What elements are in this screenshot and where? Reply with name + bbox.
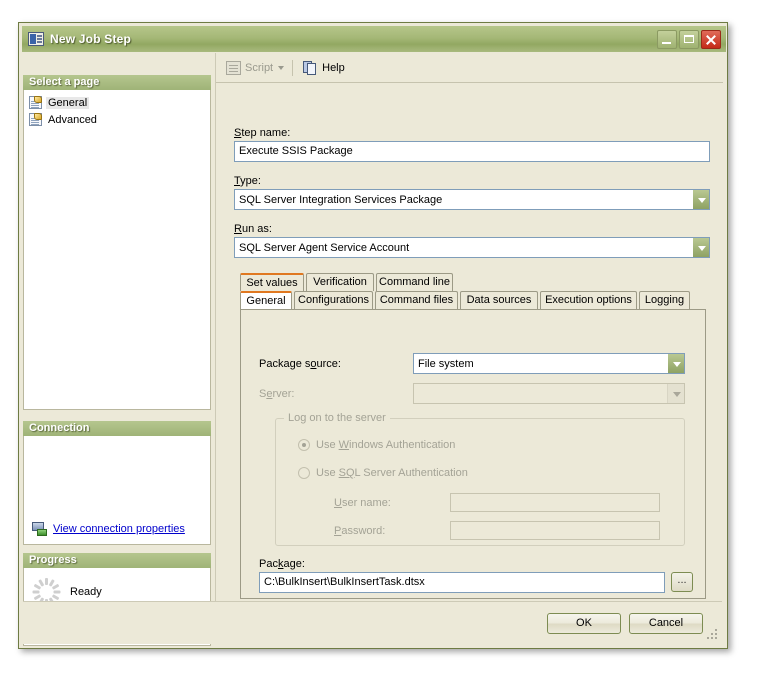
toolbar-separator xyxy=(292,59,294,76)
server-label: Server: xyxy=(259,388,295,400)
job-step-icon xyxy=(28,32,44,46)
new-job-step-dialog: New Job Step Select a page General Advan… xyxy=(18,22,728,649)
type-select[interactable]: SQL Server Integration Services Package xyxy=(234,189,710,210)
progress-status-text: Ready xyxy=(70,586,102,598)
radio-dot-icon xyxy=(298,439,310,451)
tab-command-line[interactable]: Command line xyxy=(376,273,453,291)
help-button[interactable]: Help xyxy=(303,60,345,75)
radio-label: Use SQL Server Authentication xyxy=(316,467,468,479)
page-list[interactable]: General Advanced xyxy=(23,90,211,410)
package-source-value: File system xyxy=(418,357,474,370)
script-button[interactable]: Script xyxy=(226,60,285,75)
radio-sql-server-authentication: Use SQL Server Authentication xyxy=(298,467,468,479)
sidebar: Select a page General Advanced Connectio… xyxy=(23,53,211,646)
minimize-icon xyxy=(658,31,676,48)
ok-button[interactable]: OK xyxy=(547,613,621,634)
progress-header: Progress xyxy=(23,553,211,568)
maximize-button[interactable] xyxy=(679,29,699,49)
password-label: Password: xyxy=(334,525,386,537)
chevron-down-icon[interactable] xyxy=(692,238,709,257)
close-icon xyxy=(702,31,720,48)
script-label: Script xyxy=(245,61,274,74)
radio-dot-icon xyxy=(298,467,310,479)
logon-group-box: Log on to the server Use Windows Authent… xyxy=(275,412,685,546)
window-title: New Job Step xyxy=(50,32,132,46)
tab-configurations[interactable]: Configurations xyxy=(294,291,373,309)
server-connection-icon xyxy=(32,522,48,536)
chevron-down-icon[interactable] xyxy=(692,190,709,209)
type-label: Type: xyxy=(234,175,261,187)
password-input xyxy=(450,521,660,540)
view-connection-properties-link[interactable]: View connection properties xyxy=(32,522,185,536)
type-value: SQL Server Integration Services Package xyxy=(239,193,443,206)
connection-section: Connection View connection properties xyxy=(23,421,211,545)
close-button[interactable] xyxy=(701,29,721,49)
sidebar-item-general[interactable]: General xyxy=(24,94,210,111)
browse-package-button[interactable]: ... xyxy=(671,572,693,592)
chevron-down-icon[interactable] xyxy=(667,354,684,373)
tab-command-files[interactable]: Command files xyxy=(375,291,458,309)
package-source-label: Package source: xyxy=(259,358,341,370)
user-name-label: User name: xyxy=(334,497,391,509)
step-name-label: Step name: xyxy=(234,127,291,139)
package-path-input[interactable]: C:\BulkInsert\BulkInsertTask.dtsx xyxy=(259,572,665,593)
run-as-select[interactable]: SQL Server Agent Service Account xyxy=(234,237,710,258)
connection-header: Connection xyxy=(23,421,211,436)
help-icon xyxy=(303,60,318,75)
logon-group-title: Log on to the server xyxy=(284,412,390,424)
title-bar[interactable]: New Job Step xyxy=(22,26,726,52)
maximize-icon xyxy=(680,31,698,48)
help-label: Help xyxy=(322,61,345,74)
main-panel: Script Help Step name: Execute SSIS Pack… xyxy=(215,53,723,636)
radio-windows-authentication: Use Windows Authentication xyxy=(298,439,455,451)
tab-logging[interactable]: Logging xyxy=(639,291,690,309)
user-name-input xyxy=(450,493,660,512)
radio-label: Use Windows Authentication xyxy=(316,439,456,451)
page-document-icon xyxy=(29,96,42,109)
dialog-footer: OK Cancel xyxy=(23,601,722,644)
general-tab-panel: Package source: File system Server: Log … xyxy=(240,309,706,599)
package-source-select[interactable]: File system xyxy=(413,353,685,374)
sidebar-item-label: General xyxy=(46,96,90,109)
select-page-section: Select a page General Advanced xyxy=(23,75,211,410)
page-document-icon xyxy=(29,113,42,126)
minimize-button[interactable] xyxy=(657,29,677,49)
tab-execution-options[interactable]: Execution options xyxy=(540,291,637,309)
tab-general[interactable]: General xyxy=(240,291,292,309)
server-select xyxy=(413,383,685,404)
cancel-button[interactable]: Cancel xyxy=(629,613,703,634)
tab-set-values[interactable]: Set values xyxy=(240,273,304,291)
tab-verification[interactable]: Verification xyxy=(306,273,374,291)
chevron-down-icon[interactable] xyxy=(278,65,285,70)
tab-data-sources[interactable]: Data sources xyxy=(460,291,538,309)
package-label: Package: xyxy=(259,558,305,570)
select-page-header: Select a page xyxy=(23,75,211,90)
resize-grip[interactable] xyxy=(707,629,719,641)
sidebar-item-advanced[interactable]: Advanced xyxy=(24,111,210,128)
run-as-value: SQL Server Agent Service Account xyxy=(239,241,410,254)
connection-body: View connection properties xyxy=(23,436,211,545)
step-name-input[interactable]: Execute SSIS Package xyxy=(234,141,710,162)
sidebar-item-label: Advanced xyxy=(48,113,97,126)
view-connection-properties-label[interactable]: View connection properties xyxy=(53,523,185,535)
run-as-label: Run as: xyxy=(234,223,272,235)
chevron-down-icon xyxy=(667,384,684,403)
script-icon xyxy=(226,60,241,75)
window-controls xyxy=(657,29,721,49)
dialog-toolbar: Script Help xyxy=(216,53,723,83)
